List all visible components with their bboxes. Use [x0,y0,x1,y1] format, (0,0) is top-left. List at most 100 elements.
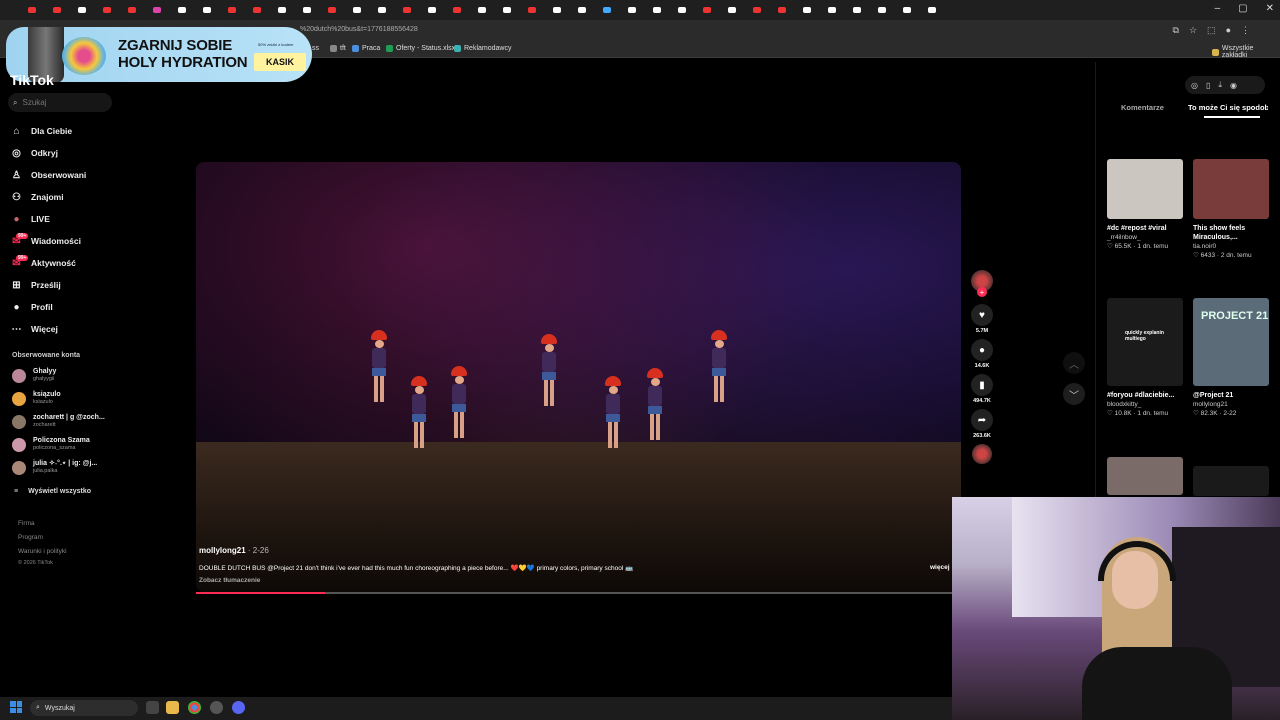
browser-tab[interactable] [870,3,894,17]
browser-tab[interactable] [820,3,844,17]
browser-tab[interactable] [720,3,744,17]
browser-tab[interactable] [920,3,944,17]
browser-tab[interactable] [320,3,344,17]
scroll-up-button[interactable]: ︿ [1063,352,1085,374]
browser-tab[interactable] [145,3,169,17]
sidebar-item-live[interactable]: ● LIVE [10,208,120,230]
bookmark-item[interactable]: tft [330,45,346,52]
share-icon[interactable]: ➦ [971,409,993,431]
creator-avatar-button[interactable]: + [968,270,996,297]
scroll-down-button[interactable]: ﹀ [1063,383,1085,405]
video-author[interactable]: mollylong21 · 2-26 [199,546,269,555]
star-icon[interactable]: ☆ [1189,25,1197,36]
card-thumbnail[interactable]: quickly explanin multiego [1107,298,1183,386]
user-avatar[interactable]: ◉ [1230,81,1237,90]
music-disc-button[interactable] [968,444,996,464]
tab-suggested[interactable]: To może Ci się spodobać [1188,103,1268,112]
bookmark-reklamodawcy[interactable]: Reklamodawcy [454,45,511,52]
browser-tab[interactable] [395,3,419,17]
sidebar-item-wiadomości[interactable]: ✉ Wiadomości 99+ [10,230,120,252]
browser-tab[interactable] [545,3,569,17]
browser-tab[interactable] [845,3,869,17]
browser-tab[interactable] [470,3,494,17]
extensions-icon[interactable]: ⬚ [1207,25,1216,36]
suggested-card[interactable]: #dc #repost #viral _rr4ilnbow_ ♡ 65.5K · 1… [1107,159,1183,251]
file-explorer-icon[interactable] [166,701,179,714]
browser-tab[interactable] [245,3,269,17]
suggested-card[interactable]: This show feels Miraculous,... tia.noir0 ♡… [1193,159,1269,260]
browser-tab[interactable] [20,3,44,17]
browser-tab[interactable] [745,3,769,17]
avatar[interactable] [12,437,26,452]
browser-tab[interactable] [445,3,469,17]
close-icon[interactable]: ✕ [1266,3,1274,14]
video-player[interactable] [196,162,961,592]
browser-tab[interactable] [495,3,519,17]
translate-link[interactable]: Zobacz tłumaczenie [199,577,260,584]
followed-account[interactable]: Policzona Szama policzona_szama [12,437,122,452]
more-link[interactable]: więcej [930,564,950,571]
sidebar-item-dla-ciebie[interactable]: ⌂ Dla Ciebie [10,120,120,142]
browser-tab[interactable] [695,3,719,17]
followed-account[interactable]: zocharett | g @zoch... zocharett [12,414,122,429]
avatar[interactable] [12,391,26,406]
footer-link[interactable]: Program [18,534,43,541]
obs-icon[interactable] [210,701,223,714]
phone-icon[interactable]: ▯ [1206,81,1210,90]
browser-tab[interactable] [595,3,619,17]
author-name[interactable]: mollylong21 [199,546,246,555]
avatar[interactable] [12,368,26,383]
card-author[interactable]: _rr4ilnbow_ [1107,233,1183,242]
search-input[interactable] [22,98,103,107]
maximize-icon[interactable]: ▢ [1238,3,1247,14]
show-all-button[interactable]: ≡ Wyświetl wszystko [14,488,91,495]
browser-tab[interactable] [620,3,644,17]
browser-tab[interactable] [170,3,194,17]
card-author[interactable]: mollylong21 [1193,400,1269,409]
card-author[interactable]: bloodxkitty_ [1107,400,1183,409]
browser-tab[interactable] [520,3,544,17]
chrome-icon[interactable] [188,701,201,714]
tab-comments[interactable]: Komentarze [1121,103,1164,112]
suggested-card[interactable] [1107,457,1183,495]
browser-tab[interactable] [795,3,819,17]
footer-link[interactable]: Warunki i polityki [18,548,67,555]
follow-plus-icon[interactable]: + [977,287,987,297]
like-button[interactable]: ♥ 5.7M [968,304,996,334]
discord-icon[interactable] [232,701,245,714]
card-thumbnail[interactable]: PROJECT 21 [1193,298,1269,386]
browser-tab[interactable] [770,3,794,17]
suggested-card[interactable]: quickly explanin multiego #foryou #dlacie… [1107,298,1183,418]
url-text[interactable]: %20dutch%20bus&t=1776188556428 [300,26,418,33]
browser-tab[interactable] [120,3,144,17]
avatar[interactable]: + [971,270,993,297]
bookmark-icon[interactable]: ▮ [971,374,993,396]
taskbar-search[interactable]: ⌕ Wyszukaj [30,700,138,716]
share-button[interactable]: ➦ 263.6K [968,409,996,439]
browser-tab[interactable] [420,3,444,17]
browser-tab[interactable] [270,3,294,17]
browser-tab[interactable] [345,3,369,17]
menu-icon[interactable]: ⋮ [1241,25,1250,36]
sidebar-item-znajomi[interactable]: ⚇ Znajomi [10,186,120,208]
sidebar-item-więcej[interactable]: ⋯ Więcej [10,318,120,340]
sidebar-item-profil[interactable]: ● Profil [10,296,120,318]
sidebar-item-aktywność[interactable]: ✉ Aktywność 99+ [10,252,120,274]
bookmark-oferty[interactable]: Oferty - Status.xlsx [386,45,455,52]
browser-tab[interactable] [895,3,919,17]
comment-button[interactable]: ● 14.6K [968,339,996,369]
install-icon[interactable]: ⧉ [1173,25,1179,36]
sidebar-item-odkryj[interactable]: ◎ Odkryj [10,142,120,164]
suggested-card[interactable] [1193,466,1269,496]
followed-account[interactable]: Ghalyy ghalyygii [12,368,122,383]
save-button[interactable]: ▮ 494.7K [968,374,996,404]
card-thumbnail[interactable] [1193,466,1269,496]
profile-avatar-icon[interactable]: ● [1226,25,1231,36]
browser-tab[interactable] [370,3,394,17]
browser-tab[interactable] [670,3,694,17]
browser-tab[interactable] [645,3,669,17]
minimize-icon[interactable]: – [1215,3,1221,14]
browser-tab[interactable] [95,3,119,17]
suggested-card[interactable]: PROJECT 21 @Project 21 mollylong21 ♡ 82.3K … [1193,298,1269,418]
browser-tab[interactable] [570,3,594,17]
